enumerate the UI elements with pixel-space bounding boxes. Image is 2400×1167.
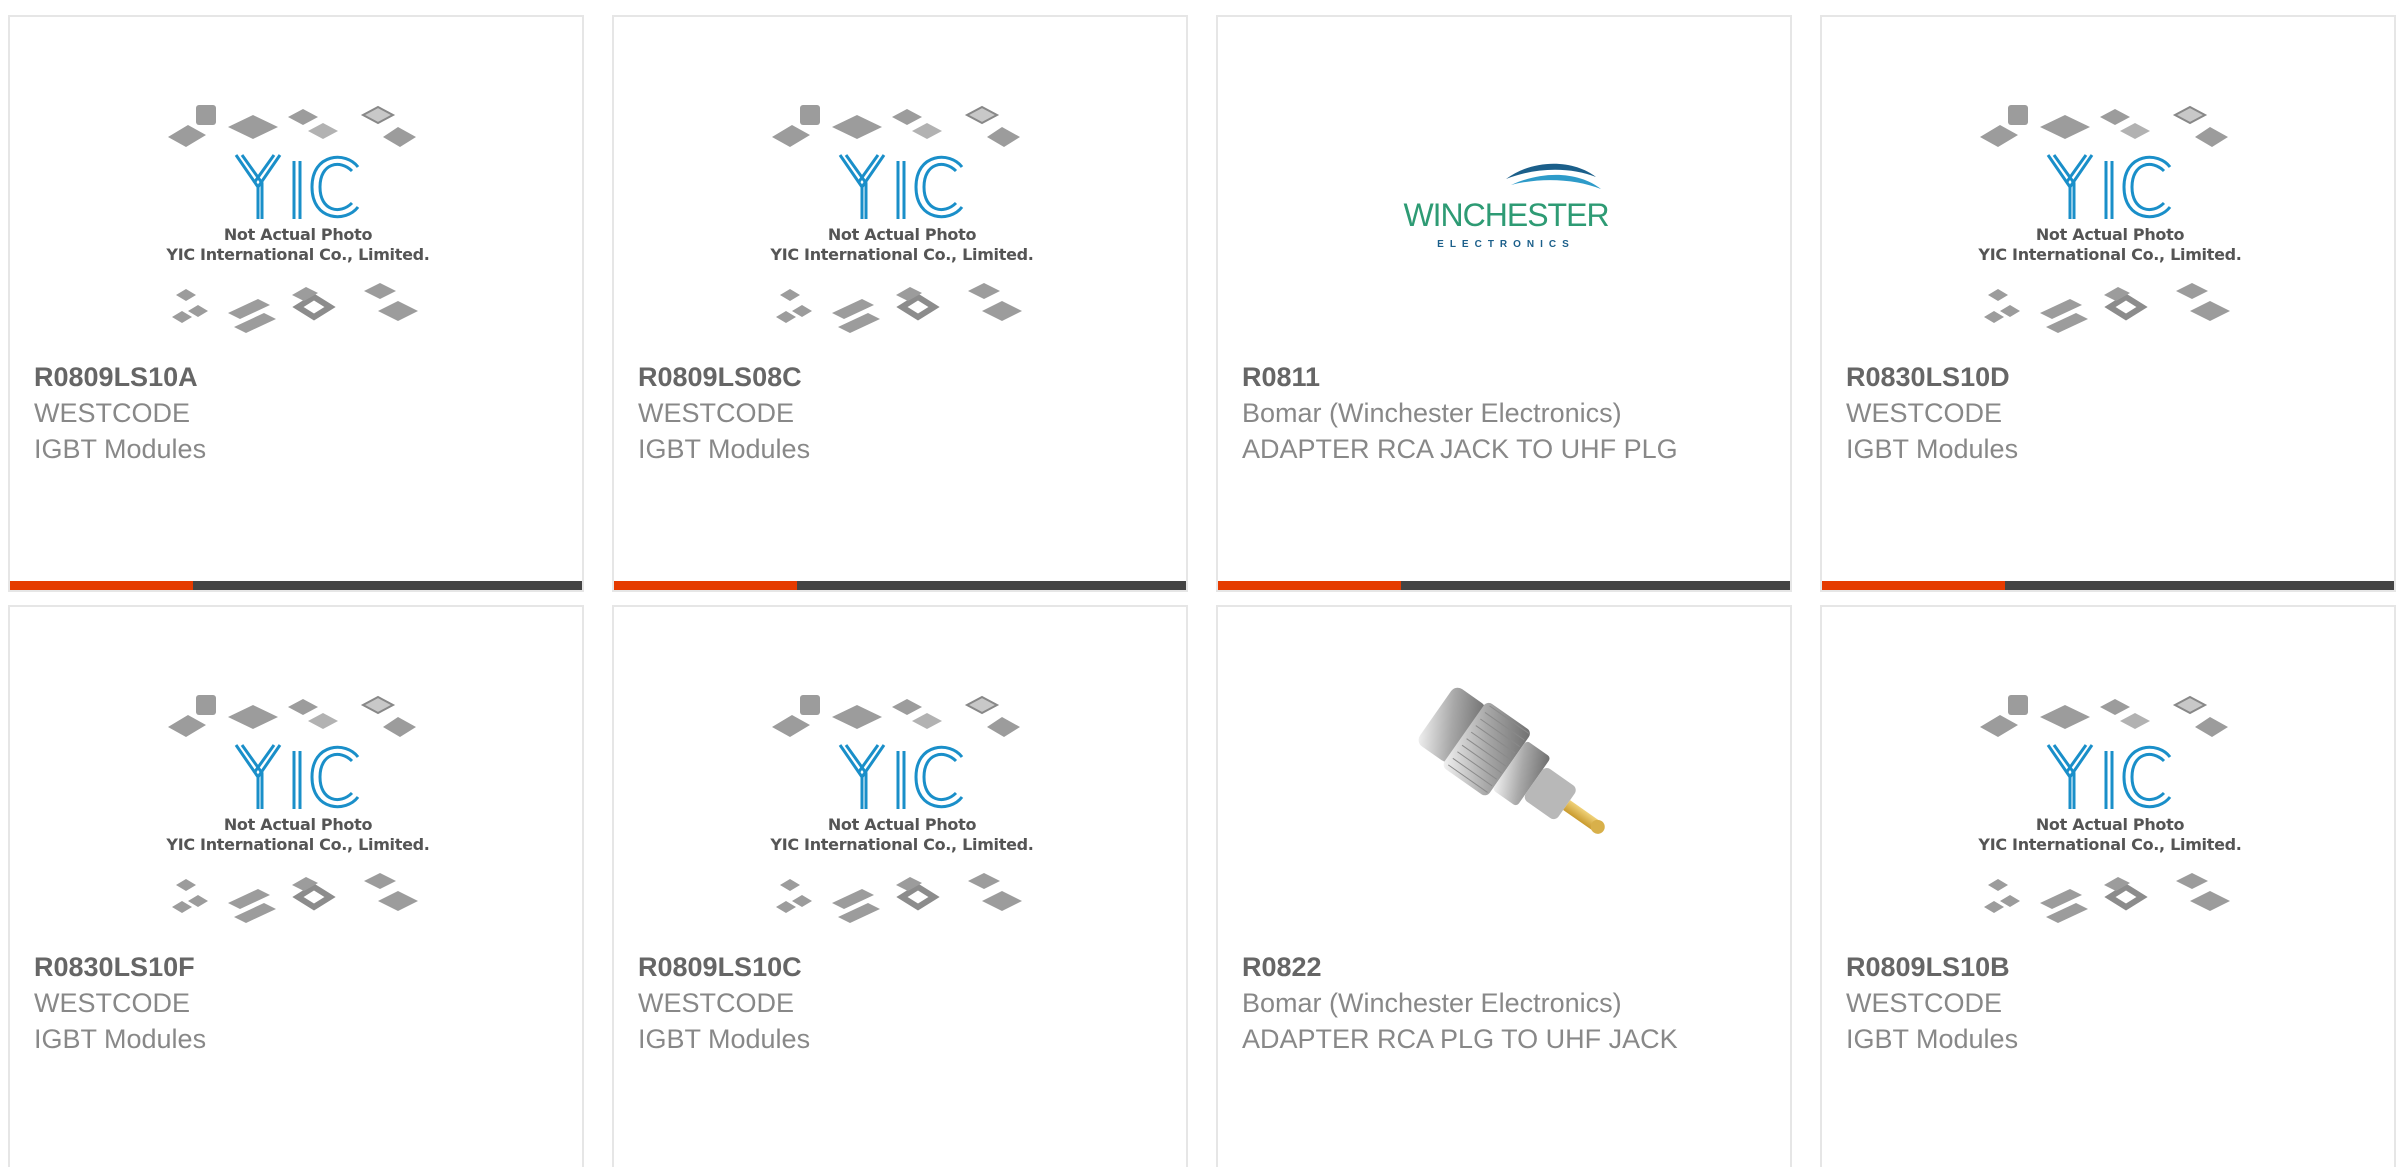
description: IGBT Modules: [1846, 434, 2019, 464]
card-bottom-bar: [614, 581, 1186, 590]
part-number[interactable]: R0809LS08C: [638, 359, 1078, 395]
yic-logo-icon: [234, 744, 360, 809]
product-card[interactable]: R0822 Bomar (Winchester Electronics) ADA…: [1216, 605, 1792, 1167]
product-thumbnail[interactable]: Not Actual Photo YIC International Co., …: [10, 687, 582, 952]
part-number[interactable]: R0809LS10A: [34, 359, 474, 395]
manufacturer: Bomar (Winchester Electronics): [1242, 988, 1622, 1018]
description: IGBT Modules: [1846, 1024, 2019, 1054]
placeholder-caption: Not Actual Photo YIC International Co., …: [158, 815, 438, 855]
description: IGBT Modules: [34, 1024, 207, 1054]
card-bottom-bar: [1822, 581, 2394, 590]
product-card[interactable]: Not Actual Photo YIC International Co., …: [612, 15, 1188, 592]
part-number[interactable]: R0811: [1242, 359, 1682, 395]
description: ADAPTER RCA PLG TO UHF JACK: [1242, 1024, 1678, 1054]
card-bottom-bar: [10, 581, 582, 590]
part-number[interactable]: R0809LS10C: [638, 949, 1078, 985]
chips-bottom-icon: [776, 873, 1022, 923]
placeholder-caption: Not Actual Photo YIC International Co., …: [158, 225, 438, 265]
product-card[interactable]: Not Actual Photo YIC International Co., …: [8, 15, 584, 592]
placeholder-image: Not Actual Photo YIC International Co., …: [158, 97, 438, 337]
manufacturer: WESTCODE: [34, 398, 191, 428]
chips-bottom-icon: [172, 873, 418, 923]
manufacturer: WESTCODE: [638, 398, 795, 428]
placeholder-line2: YIC International Co., Limited.: [166, 835, 430, 854]
manufacturer: WESTCODE: [1846, 398, 2003, 428]
chips-bottom-icon: [1984, 283, 2230, 333]
product-card[interactable]: Not Actual Photo YIC International Co., …: [1820, 605, 2396, 1167]
product-card[interactable]: Not Actual Photo YIC International Co., …: [612, 605, 1188, 1167]
product-info: R0830LS10F WESTCODE IGBT Modules: [34, 949, 474, 1057]
placeholder-image: Not Actual Photo YIC International Co., …: [1970, 687, 2250, 927]
placeholder-line2: YIC International Co., Limited.: [770, 245, 1034, 264]
chips-bottom-icon: [1984, 873, 2230, 923]
placeholder-line1: Not Actual Photo: [2035, 815, 2185, 834]
placeholder-line1: Not Actual Photo: [223, 225, 373, 244]
yic-logo-icon: [838, 154, 964, 219]
product-info: R0809LS08C WESTCODE IGBT Modules: [638, 359, 1078, 467]
winchester-logo-sub: ELECTRONICS: [1437, 239, 1575, 250]
placeholder-caption: Not Actual Photo YIC International Co., …: [762, 225, 1042, 265]
product-card[interactable]: Not Actual Photo YIC International Co., …: [1820, 15, 2396, 592]
product-grid: Not Actual Photo YIC International Co., …: [0, 0, 2400, 1167]
product-info: R0822 Bomar (Winchester Electronics) ADA…: [1242, 949, 1682, 1057]
card-accent-bar: [1218, 581, 1401, 590]
product-thumbnail[interactable]: WINCHESTER ELECTRONICS: [1218, 97, 1790, 362]
description: IGBT Modules: [638, 1024, 811, 1054]
card-accent-bar: [614, 581, 797, 590]
description: IGBT Modules: [638, 434, 811, 464]
yic-logo-icon: [838, 744, 964, 809]
product-card[interactable]: WINCHESTER ELECTRONICS R0811 Bomar (Winc…: [1216, 15, 1792, 592]
winchester-logo-name: WINCHESTER: [1403, 197, 1609, 233]
product-thumbnail[interactable]: Not Actual Photo YIC International Co., …: [614, 687, 1186, 952]
manufacturer: WESTCODE: [1846, 988, 2003, 1018]
rca-adapter-photo: [1396, 677, 1616, 897]
yic-logo-icon: [234, 154, 360, 219]
product-thumbnail[interactable]: Not Actual Photo YIC International Co., …: [10, 97, 582, 362]
part-number[interactable]: R0830LS10D: [1846, 359, 2286, 395]
part-number[interactable]: R0822: [1242, 949, 1682, 985]
rca-adapter-icon: [1418, 687, 1605, 834]
placeholder-image: Not Actual Photo YIC International Co., …: [762, 687, 1042, 927]
product-thumbnail[interactable]: Not Actual Photo YIC International Co., …: [1822, 687, 2394, 952]
placeholder-line1: Not Actual Photo: [223, 815, 373, 834]
product-info: R0830LS10D WESTCODE IGBT Modules: [1846, 359, 2286, 467]
placeholder-caption: Not Actual Photo YIC International Co., …: [1970, 225, 2250, 265]
placeholder-image: Not Actual Photo YIC International Co., …: [158, 687, 438, 927]
product-thumbnail[interactable]: [1218, 687, 1790, 952]
product-thumbnail[interactable]: Not Actual Photo YIC International Co., …: [614, 97, 1186, 362]
product-info: R0811 Bomar (Winchester Electronics) ADA…: [1242, 359, 1682, 467]
description: ADAPTER RCA JACK TO UHF PLG: [1242, 434, 1678, 464]
placeholder-line1: Not Actual Photo: [827, 815, 977, 834]
product-card[interactable]: Not Actual Photo YIC International Co., …: [8, 605, 584, 1167]
manufacturer: WESTCODE: [638, 988, 795, 1018]
chips-bottom-icon: [172, 283, 418, 333]
chips-bottom-icon: [776, 283, 1022, 333]
card-bottom-bar: [1218, 581, 1790, 590]
winchester-logo: WINCHESTER ELECTRONICS: [1396, 147, 1616, 267]
yic-logo-icon: [2046, 744, 2172, 809]
placeholder-line1: Not Actual Photo: [827, 225, 977, 244]
placeholder-line2: YIC International Co., Limited.: [770, 835, 1034, 854]
manufacturer: Bomar (Winchester Electronics): [1242, 398, 1622, 428]
placeholder-line1: Not Actual Photo: [2035, 225, 2185, 244]
placeholder-image: Not Actual Photo YIC International Co., …: [762, 97, 1042, 337]
product-info: R0809LS10A WESTCODE IGBT Modules: [34, 359, 474, 467]
card-accent-bar: [10, 581, 193, 590]
product-thumbnail[interactable]: Not Actual Photo YIC International Co., …: [1822, 97, 2394, 362]
product-info: R0809LS10B WESTCODE IGBT Modules: [1846, 949, 2286, 1057]
placeholder-line2: YIC International Co., Limited.: [1978, 835, 2242, 854]
part-number[interactable]: R0830LS10F: [34, 949, 474, 985]
placeholder-line2: YIC International Co., Limited.: [166, 245, 430, 264]
yic-logo-icon: [2046, 154, 2172, 219]
placeholder-caption: Not Actual Photo YIC International Co., …: [762, 815, 1042, 855]
manufacturer: WESTCODE: [34, 988, 191, 1018]
placeholder-image: Not Actual Photo YIC International Co., …: [1970, 97, 2250, 337]
placeholder-line2: YIC International Co., Limited.: [1978, 245, 2242, 264]
card-accent-bar: [1822, 581, 2005, 590]
description: IGBT Modules: [34, 434, 207, 464]
product-info: R0809LS10C WESTCODE IGBT Modules: [638, 949, 1078, 1057]
placeholder-caption: Not Actual Photo YIC International Co., …: [1970, 815, 2250, 855]
part-number[interactable]: R0809LS10B: [1846, 949, 2286, 985]
